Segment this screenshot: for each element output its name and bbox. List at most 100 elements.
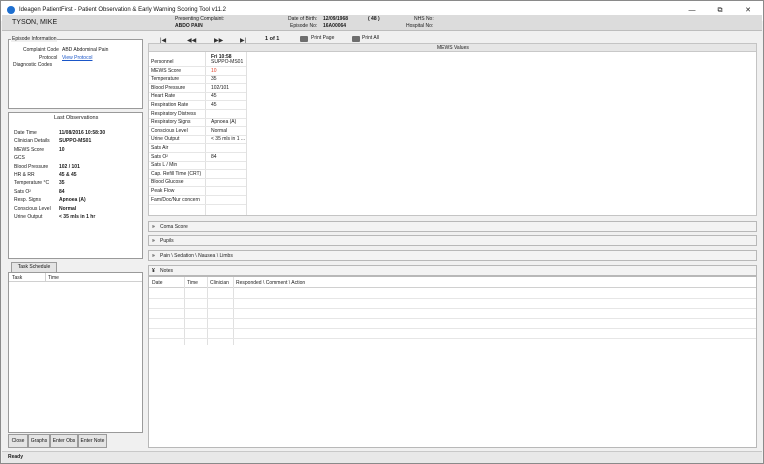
episode-label: Episode No: [290, 23, 318, 29]
dob-value: 12/09/1968 [323, 16, 349, 22]
close-button[interactable]: Close [8, 434, 28, 448]
last-obs-label: Temperature °C [14, 180, 50, 187]
notes-divider [207, 277, 208, 345]
notes-row-line [149, 328, 756, 329]
notes-col-time: Time [187, 280, 198, 286]
mews-col-divider-1 [205, 52, 206, 215]
notes-col-comment: Responded \ Comment \ Action [236, 280, 306, 286]
notes-row-line [149, 318, 756, 319]
mews-row-line [149, 109, 246, 110]
presenting-complaint-label: Presenting Complaint: [175, 16, 225, 22]
section-pupils[interactable]: » Pupils [148, 235, 757, 246]
mews-row-label: Respiration Rate [151, 102, 189, 108]
mews-row-value: 102/101 [211, 84, 230, 91]
print-all-button[interactable]: Print All [362, 36, 379, 41]
printer-all-icon [352, 36, 360, 42]
mews-row-label: Heart Rate [151, 93, 176, 100]
last-obs-label: Sats O² [14, 188, 31, 195]
page-indicator: 1 of 1 [265, 36, 280, 42]
mews-row-label: Personnel [151, 59, 174, 65]
mews-row-label: Respiratory Signs [151, 119, 191, 126]
task-col-divider [45, 273, 46, 282]
last-obs-value: 45 & 45 [59, 172, 77, 178]
mews-row-value: 45 [211, 102, 217, 108]
mews-row-label: Blood Pressure [151, 84, 186, 91]
enter-obs-button[interactable]: Enter Obs [50, 434, 78, 448]
mews-row-label: Conscious Level [151, 127, 188, 134]
section-pain[interactable]: » Pain \ Sedation \ Nausea \ Limbs [148, 250, 757, 261]
notes-row-line [149, 308, 756, 309]
complaint-code-value: ABD Abdominal Pain [62, 47, 109, 53]
mews-row-label: Cap. Refill Time (CRT) [151, 170, 202, 177]
notes-col-date: Date [152, 280, 163, 286]
chevron-right-icon: » [152, 238, 155, 244]
print-page-button[interactable]: Print Page [311, 36, 334, 41]
last-obs-label: Date Time [14, 130, 37, 136]
mews-row-line [149, 152, 246, 153]
chevron-down-icon: ¥ [152, 268, 155, 274]
section-pupils-label: Pupils [160, 238, 174, 244]
age-value: ( 48 ) [368, 16, 380, 22]
task-table-header [9, 273, 142, 282]
last-obs-label: Blood Pressure [14, 163, 49, 170]
mews-row-label: Sats O² [151, 153, 168, 160]
chevron-right-icon: » [152, 224, 155, 230]
last-obs-value: 35 [59, 180, 65, 187]
mews-row-label: Temperature [151, 76, 180, 83]
last-observations-panel: Last Observations Date Time 11/08/2016 10… [8, 112, 143, 259]
mews-row-label: Sats Air [151, 145, 169, 151]
episode-info-panel: Complaint Code ABD Abdominal Pain Protoc… [8, 39, 143, 109]
diagnostic-codes-label: Diagnostic Codes [13, 62, 53, 68]
section-notes[interactable]: ¥ Notes [148, 265, 757, 276]
mews-row-line [149, 66, 246, 67]
printer-icon [300, 36, 308, 42]
patient-name: TYSON, MIKE [12, 19, 58, 26]
last-obs-value: Normal [59, 205, 77, 212]
last-obs-label: Urine Output [14, 214, 43, 220]
status-bar: Ready [2, 451, 762, 463]
last-obs-value: 11/08/2016 10:58:30 [59, 130, 106, 136]
notes-row-line [149, 338, 756, 339]
section-notes-label: Notes [160, 268, 174, 274]
last-obs-value: 102 / 101 [59, 163, 80, 170]
mews-row-label: Blood Glucose [151, 179, 184, 186]
presenting-complaint-value: ABDO PAIN [175, 23, 203, 29]
notes-col-clinician: Clinician [210, 280, 229, 286]
protocol-label: Protocol [39, 55, 58, 61]
notes-table: Date Time Clinician Responded \ Comment … [148, 276, 757, 448]
mews-row-label: Respiratory Distress [151, 110, 197, 117]
chevron-right-icon: » [152, 253, 155, 259]
task-col-task: Task [12, 275, 23, 281]
patient-header: TYSON, MIKE Presenting Complaint: ABDO P… [2, 15, 762, 31]
section-pain-label: Pain \ Sedation \ Nausea \ Limbs [160, 253, 233, 259]
notes-divider [233, 277, 234, 345]
app-logo-icon [7, 6, 15, 14]
last-obs-label: Conscious Level [14, 205, 51, 212]
last-obs-label: Clinician Details [14, 138, 50, 145]
mews-row-value: 10 [211, 67, 217, 74]
last-obs-value: 84 [59, 188, 65, 195]
mews-col-divider-2 [246, 52, 247, 215]
last-obs-label: MEWS Score [14, 146, 45, 153]
task-table: Task Time [8, 272, 143, 433]
last-obs-value: Apnoea (A) [59, 197, 86, 204]
notes-row-line [149, 298, 756, 299]
last-observations-title: Last Observations [54, 115, 99, 121]
view-protocol-link[interactable]: View Protocol [62, 56, 92, 61]
mews-row-label: Peak Flow [151, 188, 175, 194]
episode-value: 16A00064 [323, 23, 347, 29]
app-window: Ideagen PatientFirst - Patient Observati… [0, 0, 764, 464]
notes-divider [184, 277, 185, 345]
section-coma-score[interactable]: » Coma Score [148, 221, 757, 232]
mews-row-label: Sats L / Min [151, 162, 178, 169]
mews-row-label: Urine Output [151, 136, 180, 143]
nhs-label: NHS No: [414, 16, 434, 22]
mews-table: MEWS Values Fri 10:58 Personnel SUPPO-MS0… [148, 43, 757, 216]
last-obs-value: 10 [59, 146, 65, 153]
episode-info-title: Episode Information [11, 36, 58, 42]
mews-row-value: Normal [211, 127, 228, 134]
graphs-button[interactable]: Graphs [28, 434, 50, 448]
enter-note-button[interactable]: Enter Note [78, 434, 107, 448]
mews-row-value: 84 [211, 153, 217, 160]
last-obs-value: < 35 mls in 1 hr [59, 214, 96, 220]
